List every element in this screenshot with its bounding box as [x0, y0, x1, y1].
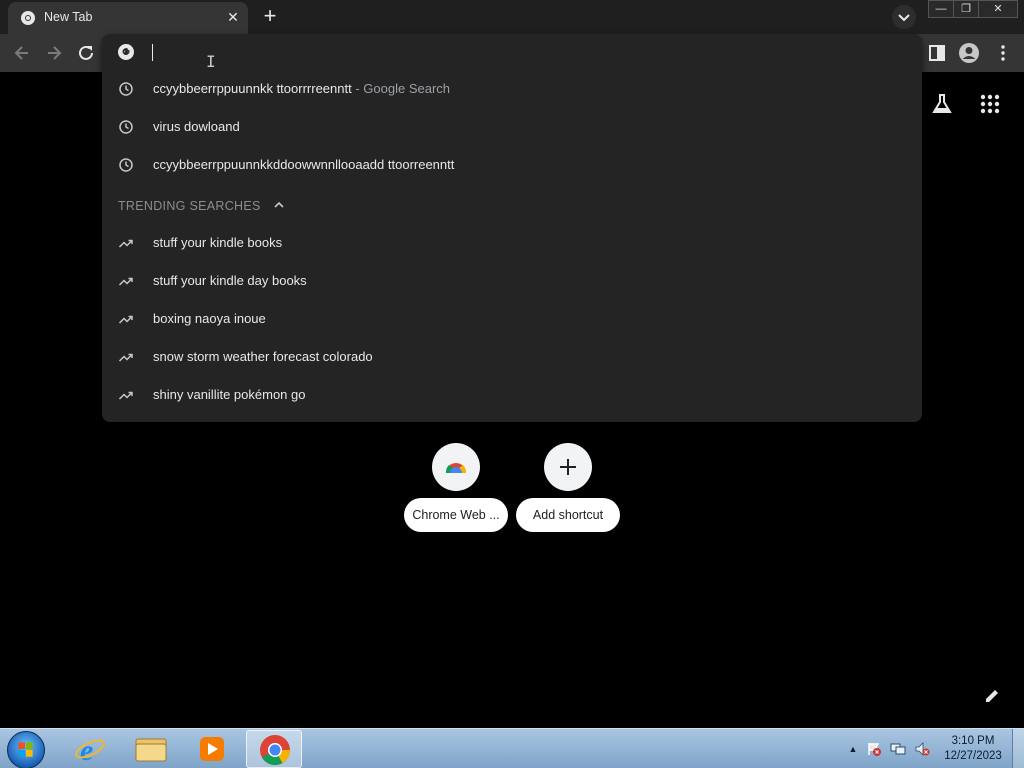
chevron-down-icon [898, 14, 910, 22]
action-center-flag-icon[interactable] [866, 741, 882, 757]
forward-icon[interactable] [43, 42, 65, 64]
trending-searches-header[interactable]: TRENDING SEARCHES [118, 198, 286, 216]
trending-icon [118, 391, 133, 400]
clock-icon [119, 120, 133, 134]
folder-icon [135, 738, 167, 762]
svg-text:e: e [80, 734, 93, 767]
taskbar-media-player[interactable] [184, 730, 240, 768]
ibeam-cursor-icon: I [206, 52, 216, 71]
clock-icon [119, 158, 133, 172]
network-icon[interactable] [890, 741, 906, 757]
suggestion-query: stuff your kindle books [153, 235, 283, 250]
suggestion-query: stuff your kindle day books [153, 273, 307, 288]
suggestion-trending-3[interactable]: boxing naoya inoue [102, 300, 922, 338]
suggestion-text: ccyybbeerrppuunnkk ttoorrrreenntt - Goog… [153, 81, 450, 96]
apps-grid-icon[interactable] [978, 92, 1002, 116]
back-icon[interactable] [11, 42, 33, 64]
taskbar-file-explorer[interactable] [123, 730, 179, 768]
taskbar: e ▲ 3:10 PM 12/27/2023 [0, 728, 1024, 768]
suggestion-history-1[interactable]: ccyybbeerrppuunnkk ttoorrrreenntt - Goog… [102, 70, 922, 108]
text-caret [152, 44, 153, 61]
trending-header-label: TRENDING SEARCHES [118, 199, 261, 213]
volume-muted-icon[interactable] [914, 741, 930, 757]
internet-explorer-icon: e [75, 734, 105, 767]
suggestion-query: ccyybbeerrppuunnkkddoowwnnllooaadd ttoor… [153, 157, 455, 172]
pencil-icon[interactable] [982, 686, 1002, 706]
tab-search-button[interactable] [892, 5, 916, 29]
suggestion-suffix: - Google Search [355, 81, 451, 96]
add-shortcut-button[interactable] [544, 443, 592, 491]
trending-icon [118, 239, 133, 248]
chrome-icon [21, 11, 35, 25]
suggestion-trending-1[interactable]: stuff your kindle books [102, 224, 922, 262]
shortcut-chrome-web-store[interactable] [432, 443, 480, 491]
chevron-up-icon[interactable] [272, 198, 286, 212]
clock-icon [119, 82, 133, 96]
windows-logo-icon [18, 742, 33, 757]
taskbar-clock[interactable]: 3:10 PM 12/27/2023 [938, 734, 1008, 764]
show-hidden-icons-button[interactable]: ▲ [845, 741, 861, 757]
suggestion-query: shiny vanillite pokémon go [153, 387, 306, 402]
address-bar-input[interactable]: I [102, 34, 922, 71]
profile-icon[interactable] [958, 42, 980, 64]
shortcut-label-add[interactable]: Add shortcut [516, 498, 620, 532]
chrome-icon [260, 735, 290, 766]
trending-icon [118, 353, 133, 362]
suggestion-trending-5[interactable]: shiny vanillite pokémon go [102, 376, 922, 414]
suggestion-query: snow storm weather forecast colorado [153, 349, 373, 364]
close-window-button[interactable]: ✕ [978, 0, 1018, 18]
taskbar-internet-explorer[interactable]: e [62, 730, 118, 768]
suggestion-query: ccyybbeerrppuunnkk ttoorrrreenntt [153, 81, 352, 96]
media-player-icon [200, 737, 224, 761]
omnibox-dropdown: I ccyybbeerrppuunnkk ttoorrrreenntt - Go… [102, 34, 922, 422]
chrome-web-store-icon [445, 463, 467, 473]
suggestion-trending-2[interactable]: stuff your kindle day books [102, 262, 922, 300]
tab-new-tab[interactable]: New Tab ✕ [8, 2, 248, 34]
labs-icon[interactable] [930, 92, 954, 116]
suggestion-query: boxing naoya inoue [153, 311, 266, 326]
shortcut-label-chrome-web-store[interactable]: Chrome Web ... [404, 498, 508, 532]
clock-date: 12/27/2023 [944, 750, 1002, 762]
trending-icon [118, 315, 133, 324]
suggestion-history-2[interactable]: virus dowloand [102, 108, 922, 146]
side-panel-icon[interactable] [926, 42, 948, 64]
suggestion-history-3[interactable]: ccyybbeerrppuunnkkddoowwnnllooaadd ttoor… [102, 146, 922, 184]
start-button[interactable] [7, 731, 45, 768]
clock-time: 3:10 PM [951, 735, 995, 747]
tab-title: New Tab [44, 10, 93, 24]
tab-close-icon[interactable]: ✕ [224, 8, 242, 26]
restore-button[interactable]: ❐ [953, 0, 979, 18]
tab-strip: New Tab ✕ + — ❐ ✕ [0, 0, 1024, 34]
show-desktop-button[interactable] [1012, 729, 1024, 768]
plus-icon [560, 459, 576, 475]
trending-icon [118, 277, 133, 286]
reload-icon[interactable] [75, 42, 97, 64]
minimize-button[interactable]: — [928, 0, 954, 18]
suggestion-trending-4[interactable]: snow storm weather forecast colorado [102, 338, 922, 376]
menu-icon[interactable] [992, 42, 1014, 64]
taskbar-chrome[interactable] [246, 730, 302, 768]
suggestion-query: virus dowloand [153, 119, 240, 134]
new-tab-button[interactable]: + [258, 5, 282, 29]
google-icon [118, 44, 134, 60]
